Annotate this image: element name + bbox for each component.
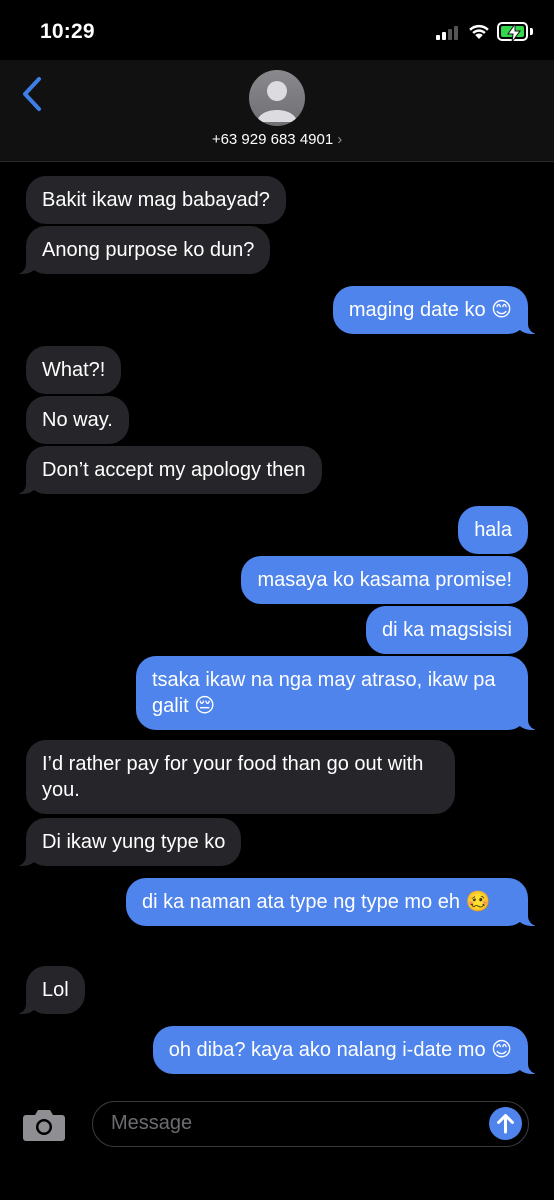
- wifi-icon: [469, 24, 489, 39]
- message-input[interactable]: [111, 1102, 471, 1145]
- send-button[interactable]: [489, 1107, 522, 1140]
- chevron-left-icon[interactable]: [20, 74, 46, 114]
- outgoing-message[interactable]: di ka naman ata type ng type mo eh 🥴: [126, 878, 540, 926]
- incoming-message[interactable]: Di ikaw yung type ko: [13, 818, 242, 866]
- incoming-message[interactable]: Don’t accept my apology then: [14, 446, 322, 494]
- incoming-message[interactable]: Anong purpose ko dun?: [13, 226, 271, 274]
- status-bar: 10:29: [0, 0, 554, 60]
- contact-avatar[interactable]: [249, 70, 305, 126]
- outgoing-message[interactable]: di ka magsisisi: [365, 606, 528, 654]
- incoming-message[interactable]: No way.: [26, 396, 129, 444]
- arrow-up-icon: [497, 1114, 514, 1134]
- charging-bolt-icon: [507, 24, 521, 42]
- outgoing-message[interactable]: oh diba? kaya ako nalang i-date mo 😊: [152, 1026, 541, 1074]
- outgoing-message[interactable]: hala: [458, 506, 528, 554]
- conversation-header: +63 929 683 4901 ›: [0, 60, 554, 162]
- outgoing-message[interactable]: tsaka ikaw na nga may atraso, ikaw pa ga…: [136, 656, 540, 730]
- battery-fill: [501, 24, 524, 42]
- outgoing-message[interactable]: masaya ko kasama promise!: [241, 556, 528, 604]
- person-icon: [257, 81, 297, 122]
- incoming-message[interactable]: I’d rather pay for your food than go out…: [26, 740, 455, 814]
- message-field[interactable]: [92, 1101, 529, 1147]
- outgoing-message[interactable]: maging date ko 😊: [332, 286, 541, 334]
- cellular-signal-icon: [436, 26, 462, 40]
- status-time: 10:29: [40, 20, 95, 43]
- incoming-message[interactable]: What?!: [26, 346, 122, 394]
- camera-icon[interactable]: [22, 1108, 66, 1142]
- compose-bar: [0, 1092, 554, 1200]
- incoming-message[interactable]: Lol: [14, 966, 85, 1014]
- message-thread[interactable]: Bakit ikaw mag babayad? Anong purpose ko…: [0, 162, 554, 1092]
- battery-icon: [497, 22, 528, 42]
- chevron-right-icon: ›: [337, 131, 343, 148]
- contact-number: +63 929 683 4901: [211, 131, 334, 148]
- battery-nub: [530, 28, 533, 35]
- incoming-message[interactable]: Bakit ikaw mag babayad?: [26, 176, 286, 224]
- contact-name-button[interactable]: +63 929 683 4901 ›: [0, 131, 554, 148]
